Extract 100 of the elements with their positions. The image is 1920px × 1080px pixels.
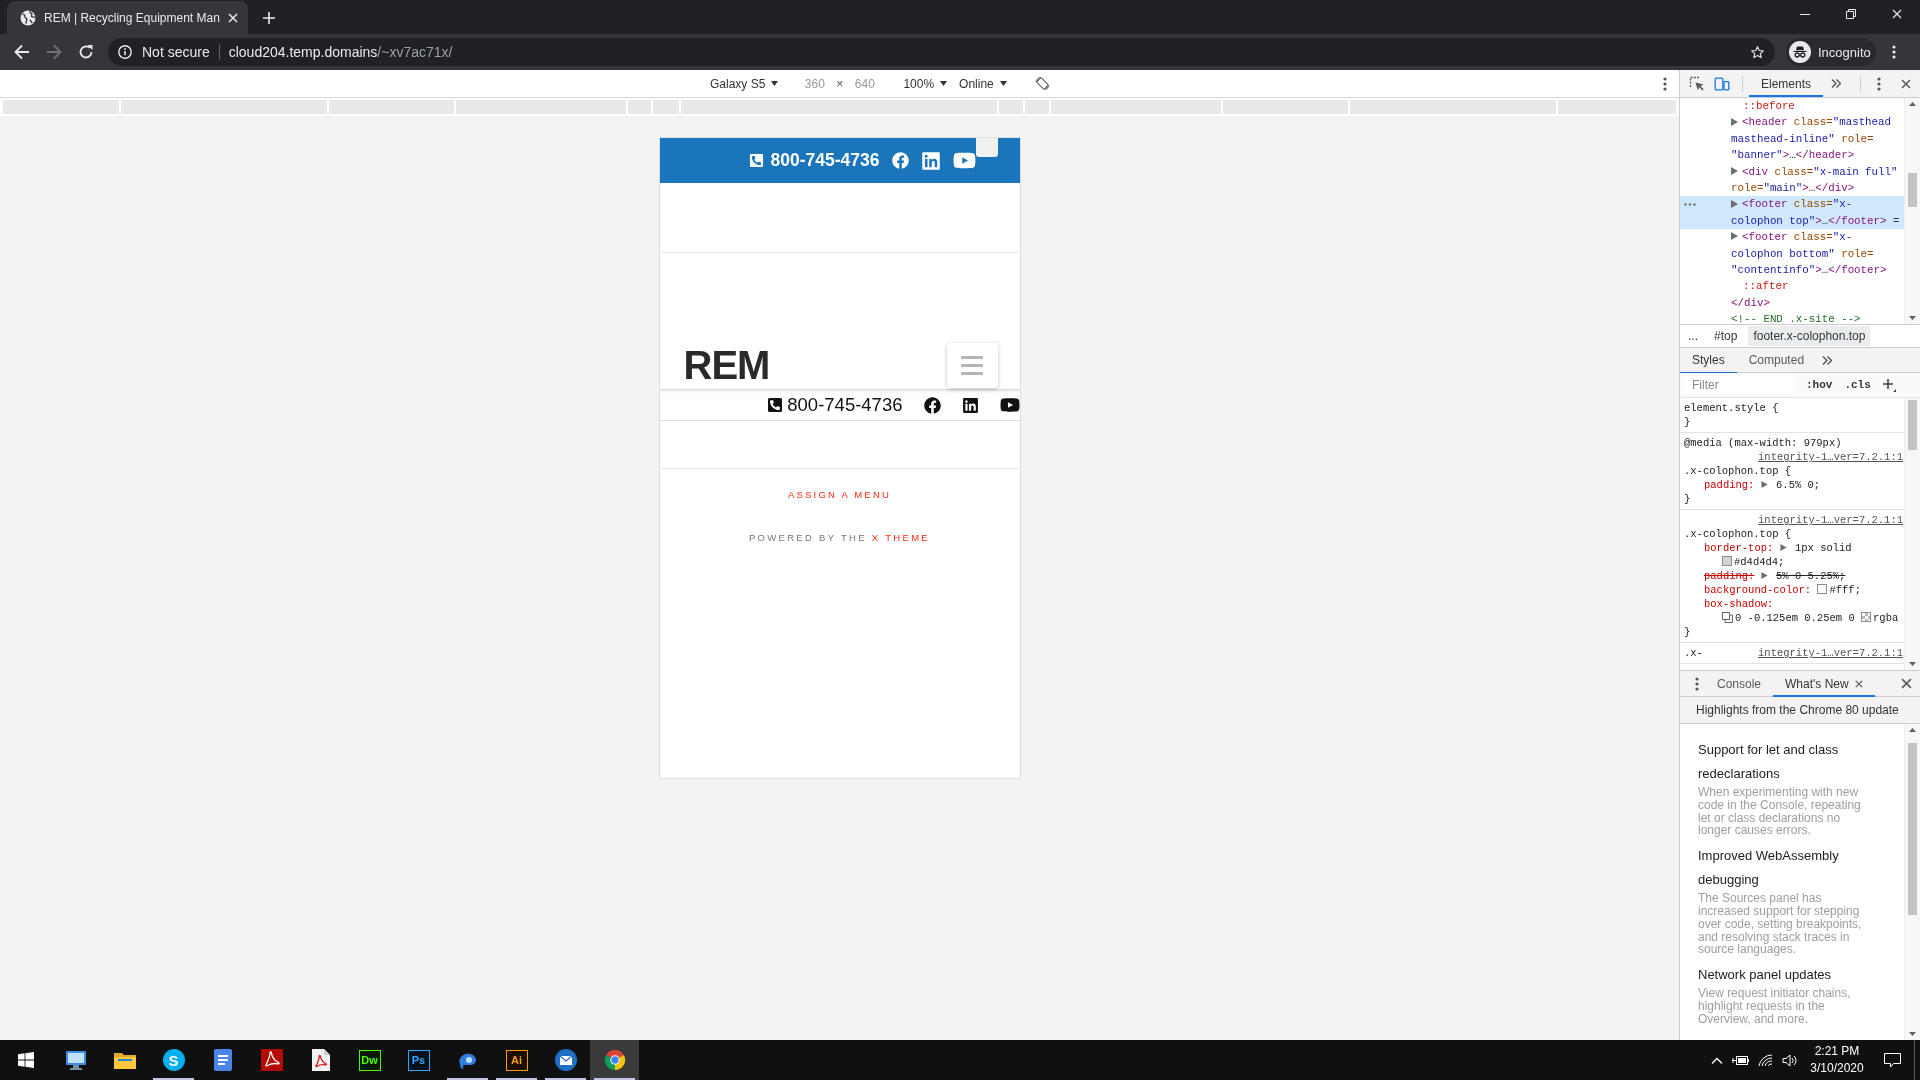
profile-button[interactable]: Incognito xyxy=(1786,38,1876,66)
css-value[interactable]: 6.5% 0; xyxy=(1776,479,1821,491)
breadcrumb[interactable]: footer.x-colophon.top xyxy=(1748,326,1871,346)
scroll-down-icon[interactable] xyxy=(1909,1032,1916,1036)
scroll-down-icon[interactable] xyxy=(1909,662,1916,666)
plus-icon[interactable] xyxy=(1882,378,1896,392)
expand-triangle-icon[interactable] xyxy=(1779,543,1787,551)
dom-node[interactable]: <footer class="x-colophon top">…</footer> = xyxy=(1680,196,1904,230)
expand-triangle-icon[interactable] xyxy=(1760,571,1768,579)
css-value[interactable]: 0 -0.125em 0.25em 0 xyxy=(1735,612,1855,624)
dom-node[interactable]: ::before xyxy=(1680,98,1904,115)
dom-node[interactable]: </div> xyxy=(1680,294,1904,312)
color-swatch-icon[interactable] xyxy=(1817,584,1828,595)
assign-menu-link[interactable]: ASSIGN A MENU xyxy=(787,489,891,501)
phone-number-link[interactable]: 800-745-4736 xyxy=(787,394,903,416)
device-mode-icon[interactable] xyxy=(1714,75,1730,92)
scrollbar-thumb[interactable] xyxy=(1908,173,1917,207)
css-property[interactable]: border-top: xyxy=(1704,542,1774,554)
whats-new-heading[interactable]: Network panel updates xyxy=(1698,963,1876,988)
breadcrumb[interactable]: ... xyxy=(1683,326,1703,346)
site-logo[interactable]: REM xyxy=(683,345,770,385)
facebook-icon[interactable] xyxy=(923,396,941,414)
more-menu-icon[interactable] xyxy=(1663,76,1667,91)
expand-triangle-icon[interactable] xyxy=(1731,166,1738,175)
more-menu-icon[interactable] xyxy=(1877,76,1882,91)
dom-node[interactable]: <!-- END .x-site --> xyxy=(1680,311,1904,324)
css-value[interactable]: #fff; xyxy=(1829,584,1861,596)
linkedin-icon[interactable] xyxy=(961,396,979,414)
css-value[interactable]: rgba xyxy=(1873,612,1899,624)
double-chevron-icon[interactable] xyxy=(1822,355,1833,365)
color-swatch-icon[interactable] xyxy=(1861,612,1872,623)
zoom-select[interactable]: 100% xyxy=(899,72,952,95)
taskbar-app-button[interactable]: Dw xyxy=(345,1040,394,1080)
restore-icon[interactable] xyxy=(1846,9,1856,19)
close-icon[interactable] xyxy=(1900,678,1912,689)
breadcrumb[interactable]: #top xyxy=(1709,326,1743,346)
dom-node[interactable]: <div class="x-main full" role="main">…</div> xyxy=(1680,163,1904,197)
scrollbar-thumb[interactable] xyxy=(1908,400,1917,450)
inspect-icon[interactable] xyxy=(1689,75,1705,92)
css-value[interactable]: 1px solid xyxy=(1794,542,1852,554)
forward-icon[interactable] xyxy=(46,44,62,60)
more-menu-icon[interactable] xyxy=(1892,45,1896,59)
taskbar-app-button[interactable]: Ai xyxy=(492,1040,541,1080)
site-info-button[interactable]: Not secure xyxy=(118,44,210,60)
windows-logo-icon[interactable] xyxy=(17,1052,34,1068)
source-link[interactable]: integrity-1…ver=7.2.1:1 xyxy=(1758,513,1903,527)
speaker-icon[interactable] xyxy=(1781,1053,1797,1067)
scrollbar[interactable] xyxy=(1904,724,1920,1040)
back-icon[interactable] xyxy=(14,44,30,60)
reload-icon[interactable] xyxy=(78,44,94,60)
clock-button[interactable]: 2:21 PM 3/10/2020 xyxy=(1806,1040,1868,1080)
dom-node[interactable]: ::after xyxy=(1680,278,1904,295)
phone-number-link[interactable]: 800-745-4736 xyxy=(770,150,880,171)
expand-triangle-icon[interactable] xyxy=(1731,199,1738,208)
dom-node[interactable]: <header class="masthead masthead-inline" role= "banner">…</header> xyxy=(1680,114,1904,164)
source-link[interactable]: integrity-1…ver=7.2.1:1 xyxy=(1758,450,1903,464)
taskbar-app-button[interactable]: Ps xyxy=(394,1040,443,1080)
css-value[interactable]: #d4d4d4; xyxy=(1734,556,1785,568)
expand-triangle-icon[interactable] xyxy=(1731,117,1738,126)
more-menu-icon[interactable] xyxy=(1695,676,1699,691)
filter-toggle[interactable]: .cls xyxy=(1844,379,1871,391)
filter-toggle[interactable]: :hov xyxy=(1806,379,1833,391)
close-icon[interactable] xyxy=(1901,78,1912,89)
scroll-down-icon[interactable] xyxy=(1909,316,1916,320)
css-value[interactable]: 5% 0 5.25%; xyxy=(1776,570,1846,582)
throttling-select[interactable]: Online xyxy=(955,72,1011,95)
browser-tab[interactable]: REM | Recycling Equipment Man xyxy=(7,1,248,34)
drawer-tab[interactable]: Console xyxy=(1705,670,1774,697)
color-swatch-icon[interactable] xyxy=(1722,556,1732,567)
shadow-editor-icon[interactable] xyxy=(1722,611,1733,623)
scroll-up-icon[interactable] xyxy=(1909,102,1916,106)
more-dots-icon[interactable] xyxy=(1684,203,1696,207)
close-icon[interactable] xyxy=(1854,679,1863,688)
whats-new-heading[interactable]: Support for let and class redeclarations xyxy=(1698,738,1876,786)
scroll-up-icon[interactable] xyxy=(1909,728,1916,732)
dom-node[interactable]: <footer class="x-colophon bottom" role= "contentinfo">…</footer> xyxy=(1680,229,1904,279)
rotate-icon[interactable] xyxy=(1034,76,1050,91)
address-bar[interactable]: Not secure cloud204.temp.domains/~xv7ac71x/ xyxy=(108,38,1775,66)
whats-new-heading[interactable]: Improved WebAssembly debugging xyxy=(1698,844,1876,893)
plus-icon[interactable] xyxy=(263,11,275,24)
scrollbar[interactable] xyxy=(1904,398,1920,670)
taskbar-app-button[interactable] xyxy=(590,1040,639,1080)
theme-link[interactable]: X THEME xyxy=(871,532,930,543)
filter-field[interactable]: Filter xyxy=(1683,375,1795,395)
url-text[interactable]: cloud204.temp.domains/~xv7ac71x/ xyxy=(228,44,1750,60)
chevron-up-icon[interactable] xyxy=(1711,1056,1723,1064)
css-property[interactable]: padding: xyxy=(1704,570,1755,582)
youtube-icon[interactable] xyxy=(999,395,1020,415)
device-select[interactable]: Galaxy S5 xyxy=(706,72,783,95)
notification-icon[interactable] xyxy=(1883,1052,1901,1068)
double-chevron-icon[interactable] xyxy=(1831,79,1842,88)
expand-triangle-icon[interactable] xyxy=(1731,232,1738,241)
minimize-icon[interactable] xyxy=(1800,13,1810,15)
css-property[interactable]: background-color: xyxy=(1704,584,1812,596)
scrollbar-thumb[interactable] xyxy=(1908,743,1917,915)
expand-triangle-icon[interactable] xyxy=(1760,480,1768,488)
battery-icon[interactable] xyxy=(1732,1054,1749,1066)
source-link[interactable]: integrity-1…ver=7.2.1:1 xyxy=(1758,646,1903,660)
scrollbar[interactable] xyxy=(1904,98,1920,324)
styles-tab[interactable]: Computed xyxy=(1736,346,1817,374)
